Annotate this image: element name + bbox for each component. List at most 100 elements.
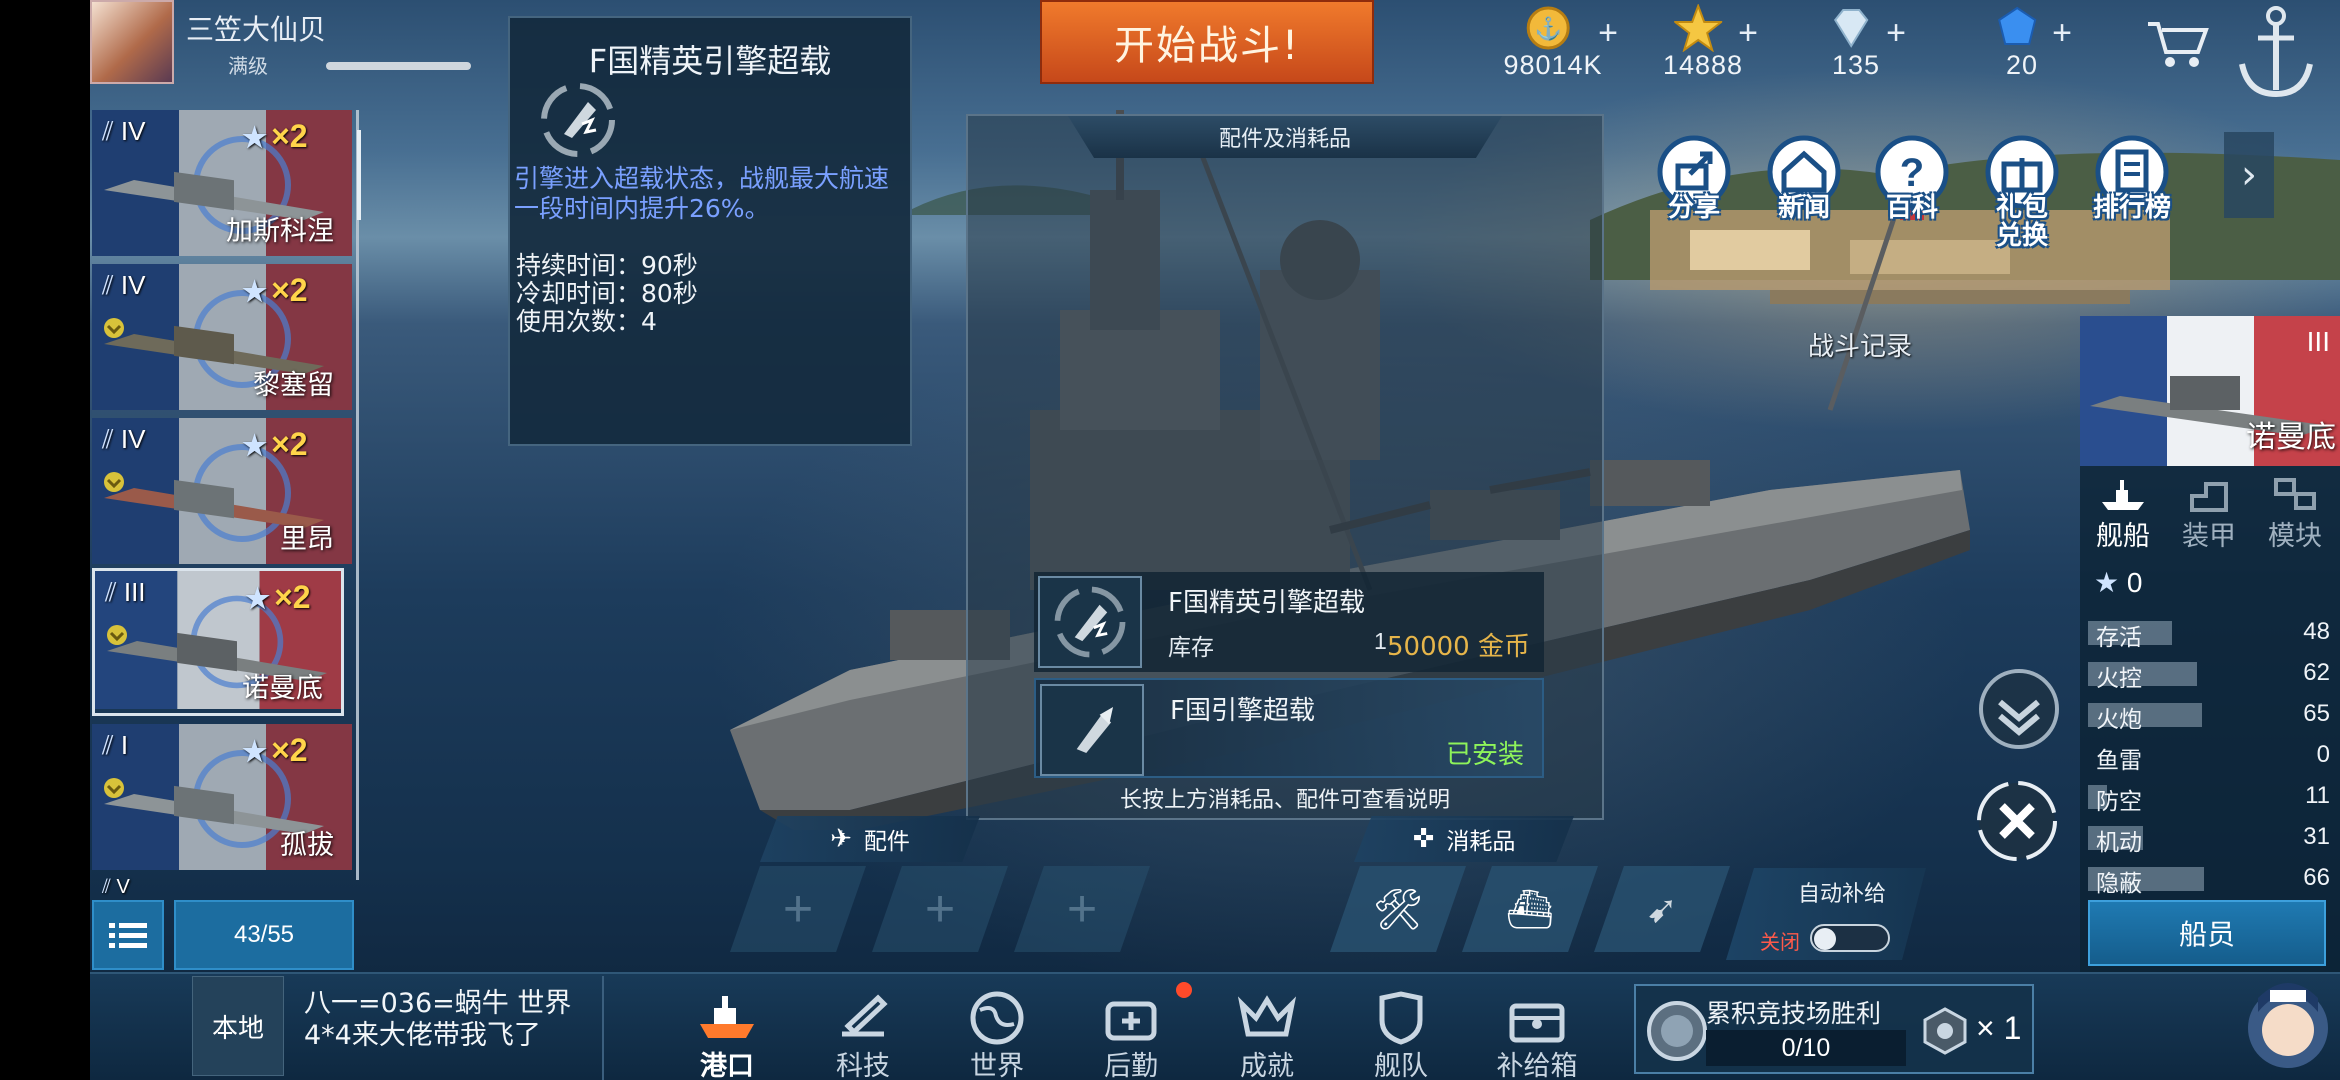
current-ship-card: III 诺曼底 <box>2080 316 2340 466</box>
nav-world-label: 世界 <box>970 1051 1024 1080</box>
nav-fleet[interactable]: 舰队 <box>1356 978 1446 1080</box>
armor-icon <box>2190 482 2228 512</box>
ship-icon <box>2102 480 2144 510</box>
ship-star-rating: ★ 0 <box>2094 567 2143 598</box>
svg-text:⚓: ⚓ <box>1534 16 1561 41</box>
anchor-icon[interactable] <box>2236 2 2316 102</box>
engine-boost-icon <box>1040 684 1144 776</box>
list-menu-button[interactable] <box>92 900 164 970</box>
stat-value: 66 <box>2303 864 2330 891</box>
ship-card-richelieu[interactable]: ⫽ IV ★ ×2 黎塞留 <box>92 264 352 410</box>
list-scroll-track <box>356 110 359 880</box>
diamond-resource[interactable]: + 135 <box>1806 0 1906 84</box>
engine-boost-icon <box>541 83 615 157</box>
stat-row: 机动 31 <box>2088 823 2336 856</box>
ship-name: 黎塞留 <box>253 370 334 401</box>
auto-supply-label: 自动补给 <box>1798 882 1887 907</box>
rank-badge-button[interactable] <box>1976 666 2062 752</box>
toggle-knob <box>1814 928 1836 950</box>
harbor-icon <box>700 996 754 1038</box>
wrench-plane-icon: ✈ <box>830 824 852 854</box>
nav-tech[interactable]: 科技 <box>818 978 908 1080</box>
current-ship-name: 诺曼底 <box>2246 420 2336 455</box>
tab-consumables[interactable]: ✜ 消耗品 <box>1354 816 1574 862</box>
module-icon <box>2274 478 2316 510</box>
news-button[interactable]: 新闻 <box>1764 132 1844 242</box>
stat-value: 48 <box>2303 618 2330 645</box>
repair-wrench-icon: 🛠 <box>1372 886 1424 933</box>
stat-label: 火控 <box>2096 666 2142 692</box>
list-scroll-thumb[interactable] <box>357 130 361 220</box>
gem-resource[interactable]: + 20 <box>1972 0 2072 84</box>
gold-resource[interactable]: ⚓ + 98014K <box>1488 0 1618 84</box>
reward-count: × 1 <box>1976 1010 2022 1046</box>
engine-boost-icon: ➹ <box>1646 887 1678 931</box>
stat-row: 存活 48 <box>2088 618 2336 651</box>
ship-count[interactable]: 43/55 <box>174 900 354 970</box>
nav-supply-box[interactable]: 补给箱 <box>1492 978 1582 1080</box>
auto-supply-toggle[interactable] <box>1810 924 1890 952</box>
item-tooltip: F国精英引擎超载 引擎进入超载状态，战舰最大航速一段时间内提升26%。 持续时间… <box>508 16 912 446</box>
tab-armor[interactable]: 装甲 <box>2166 472 2252 552</box>
add-gem-icon[interactable]: + <box>2052 14 2072 53</box>
nav-tech-label: 科技 <box>836 1051 890 1080</box>
arena-progress: 0/10 <box>1706 1030 1906 1066</box>
parts-consumables-panel: 配件及消耗品 F国精英引擎超载 库存 1 50000 金币 F国引擎超载 已安装… <box>966 114 1604 820</box>
stat-row: 隐蔽 66 <box>2088 864 2336 897</box>
nav-achievement[interactable]: 成就 <box>1222 978 1312 1080</box>
repair-settings-button[interactable] <box>1974 778 2060 864</box>
ranking-button[interactable]: 排行榜 <box>2092 132 2172 242</box>
ship-tier: ⫽ V <box>102 876 130 898</box>
share-button[interactable]: 分享 <box>1654 132 1734 242</box>
double-exp-badge: ★ ×2 <box>242 118 308 154</box>
ship-card-lyon[interactable]: ⫽ IV ★ ×2 里昂 <box>92 418 352 564</box>
achievement-icon <box>1237 995 1297 1037</box>
crew-button[interactable]: 船员 <box>2088 900 2326 966</box>
player-avatar[interactable] <box>90 0 174 84</box>
gold-coin-icon: ⚓ <box>1526 6 1570 50</box>
ship-name: 孤拔 <box>280 830 334 861</box>
tooltip-uses: 使用次数：4 <box>516 307 657 336</box>
item-engine-boost[interactable]: F国引擎超载 已安装 <box>1034 678 1544 778</box>
rank-medal-icon <box>104 778 124 798</box>
ship-card-courbet[interactable]: ⫽ I ★ ×2 孤拔 <box>92 724 352 870</box>
arena-victory-quest[interactable]: 累积竞技场胜利 0/10 × 1 <box>1634 984 2034 1074</box>
current-ship-tier: III <box>2306 326 2330 357</box>
ship-card-normandie-selected[interactable]: ⫽ III ★ ×2 诺曼底 <box>92 568 344 716</box>
ship-card-gascogne[interactable]: ⫽ IV ★ ×2 加斯科涅 <box>92 110 352 256</box>
shop-cart-icon[interactable] <box>2146 18 2210 70</box>
nav-harbor[interactable]: 港口 <box>682 978 772 1080</box>
tooltip-duration: 持续时间：90秒 <box>516 251 698 280</box>
ship-tier: ⫽ IV <box>102 116 146 146</box>
stat-label: 机动 <box>2096 830 2142 856</box>
stat-value: 62 <box>2303 659 2330 686</box>
share-label: 分享 <box>1667 193 1720 223</box>
add-gold-icon[interactable]: + <box>1598 14 1618 53</box>
nav-supply-box-label: 补给箱 <box>1496 1051 1578 1080</box>
battle-record-link[interactable]: 战斗记录 <box>1808 326 1912 363</box>
nav-logistics-label: 后勤 <box>1104 1051 1158 1080</box>
wiki-button[interactable]: ? 百科 <box>1872 132 1952 242</box>
tab-parts[interactable]: ✈ 配件 <box>760 816 980 862</box>
start-battle-button[interactable]: 开始战斗! <box>1040 0 1374 84</box>
tab-module[interactable]: 模块 <box>2252 472 2338 552</box>
chat-message[interactable]: 八一=036=蜗牛 世界4*4来大佬带我飞了 <box>304 988 604 1052</box>
auto-supply-panel[interactable]: 自动补给 关闭 <box>1726 868 1926 960</box>
xp-bar <box>326 62 471 70</box>
gift-redeem-button[interactable]: 礼包 兑换 <box>1982 132 2062 250</box>
add-star-icon[interactable]: + <box>1738 14 1758 53</box>
ship-name: 诺曼底 <box>242 673 323 704</box>
item-name: F国引擎超载 <box>1170 696 1315 726</box>
expand-menu-button[interactable]: › <box>2224 132 2274 218</box>
assistant-avatar[interactable] <box>2240 968 2336 1080</box>
nav-logistics[interactable]: 后勤 <box>1086 978 1176 1080</box>
nav-world[interactable]: 世界 <box>952 978 1042 1080</box>
add-diamond-icon[interactable]: + <box>1886 14 1906 53</box>
chat-channel-local[interactable]: 本地 <box>192 976 284 1076</box>
item-price: 50000 金币 <box>1387 632 1530 662</box>
stat-label: 隐蔽 <box>2096 871 2142 897</box>
star-resource[interactable]: + 14888 <box>1648 0 1758 84</box>
tab-ship[interactable]: 舰船 <box>2080 472 2166 552</box>
tab-module-label: 模块 <box>2268 521 2322 552</box>
item-elite-engine-boost[interactable]: F国精英引擎超载 库存 1 50000 金币 <box>1034 572 1544 672</box>
